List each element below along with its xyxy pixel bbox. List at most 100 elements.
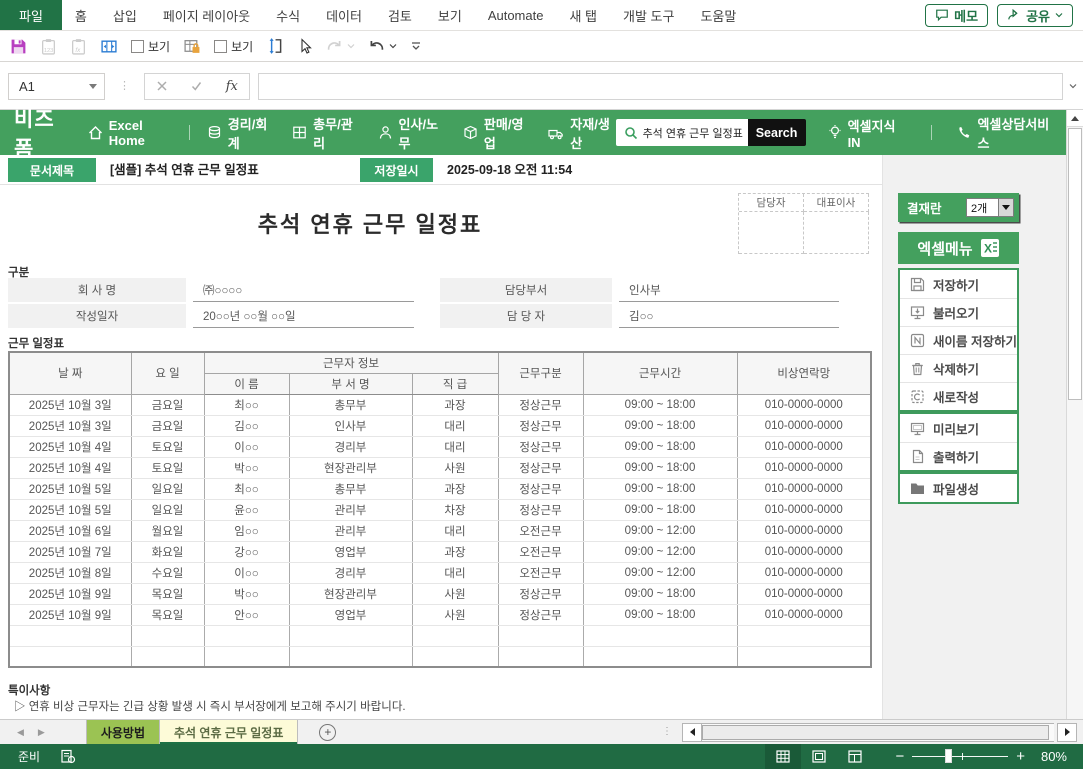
schedule-cell[interactable]: 09:00 ~ 12:00: [583, 520, 737, 541]
field-value-company[interactable]: ㈜○○○○: [193, 278, 414, 302]
schedule-cell[interactable]: 010-0000-0000: [737, 394, 871, 415]
view-toggle-2[interactable]: 보기: [214, 38, 253, 55]
schedule-cell[interactable]: 대리: [412, 415, 498, 436]
schedule-cell[interactable]: 2025년 10월 7일: [9, 541, 131, 562]
schedule-cell[interactable]: [131, 646, 204, 667]
formula-input[interactable]: [258, 73, 1063, 100]
sheet-tab-schedule[interactable]: 추석 연휴 근무 일정표: [160, 720, 298, 744]
schedule-cell[interactable]: [737, 625, 871, 646]
tab-new-tab[interactable]: 새 탭: [556, 0, 610, 30]
name-box[interactable]: A1: [8, 73, 105, 100]
schedule-cell[interactable]: 총무부: [289, 478, 412, 499]
schedule-cell[interactable]: 과장: [412, 394, 498, 415]
field-value-manager[interactable]: 김○○: [619, 304, 839, 328]
schedule-cell[interactable]: 010-0000-0000: [737, 457, 871, 478]
schedule-cell[interactable]: 과장: [412, 478, 498, 499]
zoom-slider[interactable]: [912, 756, 1008, 757]
schedule-cell[interactable]: 총무부: [289, 394, 412, 415]
field-value-department[interactable]: 인사부: [619, 278, 839, 302]
schedule-cell[interactable]: 이○○: [204, 436, 289, 457]
schedule-cell[interactable]: [131, 625, 204, 646]
schedule-cell[interactable]: [289, 625, 412, 646]
schedule-cell[interactable]: 오전근무: [498, 520, 583, 541]
schedule-cell[interactable]: 박○○: [204, 583, 289, 604]
schedule-cell[interactable]: 목요일: [131, 583, 204, 604]
horizontal-scrollbar-track[interactable]: [702, 723, 1054, 742]
save-button[interactable]: 저장하기: [900, 270, 1017, 298]
horizontal-scrollbar-thumb[interactable]: [702, 725, 1049, 740]
delete-button[interactable]: 삭제하기: [900, 354, 1017, 382]
checkbox-icon[interactable]: [214, 40, 227, 53]
formula-bar-handle[interactable]: ⋮: [119, 81, 130, 91]
save-icon[interactable]: [10, 38, 27, 55]
redo-button[interactable]: [326, 39, 355, 54]
schedule-cell[interactable]: 2025년 10월 4일: [9, 436, 131, 457]
schedule-cell[interactable]: [9, 646, 131, 667]
formula-bar-expand-icon[interactable]: [1069, 83, 1077, 89]
schedule-cell[interactable]: 오전근무: [498, 562, 583, 583]
zoom-level-text[interactable]: 80%: [1037, 749, 1083, 764]
excel-consult-link[interactable]: 엑셀상담서비스: [957, 114, 1052, 152]
view-toggle-1[interactable]: 보기: [131, 38, 170, 55]
tab-review[interactable]: 검토: [375, 0, 425, 30]
schedule-cell[interactable]: 경리부: [289, 562, 412, 583]
schedule-cell[interactable]: 월요일: [131, 520, 204, 541]
tab-view[interactable]: 보기: [425, 0, 475, 30]
tab-home[interactable]: 홈: [62, 0, 100, 30]
row-height-icon[interactable]: [266, 37, 284, 55]
tab-insert[interactable]: 삽입: [100, 0, 150, 30]
schedule-cell[interactable]: 대리: [412, 562, 498, 583]
schedule-cell[interactable]: 010-0000-0000: [737, 478, 871, 499]
schedule-cell[interactable]: [498, 625, 583, 646]
schedule-cell[interactable]: [289, 646, 412, 667]
schedule-cell[interactable]: 영업부: [289, 604, 412, 625]
schedule-cell[interactable]: 대리: [412, 436, 498, 457]
schedule-cell[interactable]: 010-0000-0000: [737, 436, 871, 457]
view-normal-button[interactable]: [765, 744, 801, 769]
schedule-cell[interactable]: 2025년 10월 5일: [9, 499, 131, 520]
schedule-cell[interactable]: [498, 646, 583, 667]
excel-knowledge-link[interactable]: 엑셀지식 IN: [828, 116, 905, 150]
schedule-cell[interactable]: [737, 646, 871, 667]
schedule-cell[interactable]: 09:00 ~ 18:00: [583, 478, 737, 499]
tab-file[interactable]: 파일: [0, 0, 62, 30]
protect-sheet-icon[interactable]: [183, 38, 201, 55]
schedule-cell[interactable]: 경리부: [289, 436, 412, 457]
zoom-slider-thumb[interactable]: [945, 749, 952, 763]
schedule-cell[interactable]: [204, 646, 289, 667]
scrollbar-resize-handle[interactable]: ⋮: [662, 728, 672, 736]
schedule-cell[interactable]: 정상근무: [498, 478, 583, 499]
schedule-cell[interactable]: 2025년 10월 9일: [9, 583, 131, 604]
schedule-cell[interactable]: 일요일: [131, 478, 204, 499]
schedule-cell[interactable]: 09:00 ~ 12:00: [583, 562, 737, 583]
schedule-cell[interactable]: 인사부: [289, 415, 412, 436]
schedule-cell[interactable]: 관리부: [289, 520, 412, 541]
zoom-out-button[interactable]: −: [887, 749, 912, 764]
schedule-cell[interactable]: 윤○○: [204, 499, 289, 520]
schedule-cell[interactable]: [583, 625, 737, 646]
schedule-cell[interactable]: 일요일: [131, 499, 204, 520]
schedule-cell[interactable]: 2025년 10월 3일: [9, 394, 131, 415]
undo-button[interactable]: [368, 39, 397, 54]
schedule-cell[interactable]: 사원: [412, 604, 498, 625]
schedule-cell[interactable]: 정상근무: [498, 499, 583, 520]
excel-home-link[interactable]: Excel Home: [88, 118, 176, 148]
schedule-cell[interactable]: 최○○: [204, 394, 289, 415]
schedule-cell[interactable]: 최○○: [204, 478, 289, 499]
schedule-cell[interactable]: 09:00 ~ 18:00: [583, 604, 737, 625]
schedule-cell[interactable]: 2025년 10월 9일: [9, 604, 131, 625]
tab-help[interactable]: 도움말: [687, 0, 749, 30]
cursor-icon[interactable]: [297, 38, 313, 55]
schedule-cell[interactable]: 09:00 ~ 18:00: [583, 583, 737, 604]
schedule-cell[interactable]: 010-0000-0000: [737, 541, 871, 562]
schedule-cell[interactable]: [9, 625, 131, 646]
schedule-cell[interactable]: 이○○: [204, 562, 289, 583]
tab-developer[interactable]: 개발 도구: [610, 0, 687, 30]
comments-button[interactable]: 메모: [925, 4, 988, 27]
schedule-cell[interactable]: 정상근무: [498, 457, 583, 478]
schedule-cell[interactable]: 금요일: [131, 394, 204, 415]
schedule-cell[interactable]: 2025년 10월 3일: [9, 415, 131, 436]
schedule-cell[interactable]: 010-0000-0000: [737, 499, 871, 520]
add-sheet-button[interactable]: +: [319, 724, 336, 741]
schedule-cell[interactable]: 010-0000-0000: [737, 520, 871, 541]
